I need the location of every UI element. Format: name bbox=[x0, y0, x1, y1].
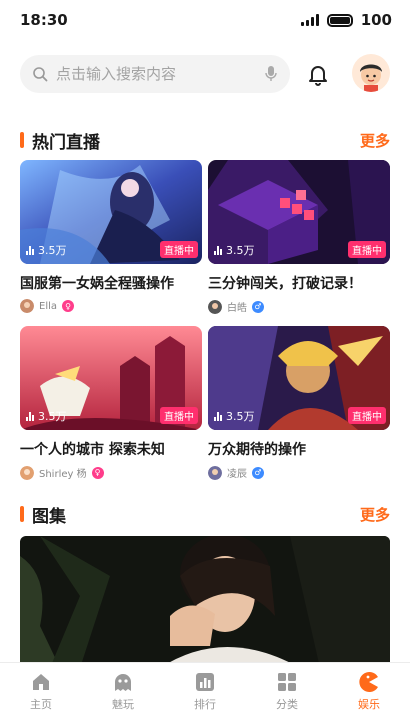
live-title[interactable]: 一个人的城市 探索未知 bbox=[20, 439, 202, 459]
tab-label: 分类 bbox=[276, 698, 298, 711]
streamer-name: Shirley 杨 bbox=[39, 469, 87, 480]
male-icon: ♂ bbox=[252, 300, 264, 313]
search-icon bbox=[33, 67, 48, 82]
live-thumbnail[interactable]: 3.5万 直播中 bbox=[20, 326, 202, 430]
status-indicators: 100 bbox=[300, 11, 392, 29]
streamer-name: Ella bbox=[39, 300, 58, 312]
pacman-icon bbox=[359, 672, 378, 692]
live-badge: 直播中 bbox=[160, 407, 198, 424]
live-card[interactable]: 3.5万 直播中 国服第一女娲全程骚操作 Ella ♀ bbox=[20, 160, 202, 313]
streamer-info: Shirley 杨 ♀ bbox=[20, 465, 202, 480]
live-badge: 直播中 bbox=[348, 241, 386, 258]
live-section-header: 热门直播 更多 bbox=[20, 128, 390, 153]
streamer-avatar bbox=[20, 465, 34, 480]
viewer-count: 3.5万 bbox=[214, 408, 255, 424]
album-section-title: 图集 bbox=[20, 502, 66, 527]
streamer-avatar bbox=[208, 299, 222, 314]
search-input[interactable] bbox=[56, 65, 264, 83]
search-box[interactable] bbox=[20, 55, 290, 93]
album-cover[interactable] bbox=[20, 536, 390, 668]
live-title[interactable]: 万众期待的操作 bbox=[208, 439, 390, 459]
status-time: 18:30 bbox=[20, 11, 68, 29]
viewer-count-text: 3.5万 bbox=[226, 244, 255, 257]
live-title[interactable]: 三分钟闯关，打破记录！ bbox=[208, 273, 390, 293]
album-photo bbox=[20, 536, 390, 668]
chart-icon bbox=[196, 673, 214, 691]
tab-entertainment[interactable]: 娱乐 bbox=[328, 663, 410, 720]
streamer-name: 凌辰 bbox=[227, 469, 247, 480]
live-badge: 直播中 bbox=[348, 407, 386, 424]
live-thumbnail[interactable]: 3.5万 直播中 bbox=[208, 160, 390, 264]
live-title[interactable]: 国服第一女娲全程骚操作 bbox=[20, 273, 202, 293]
viewers-icon bbox=[26, 411, 34, 421]
album-more-link[interactable]: 更多 bbox=[360, 504, 390, 525]
live-thumbnail[interactable]: 3.5万 直播中 bbox=[208, 326, 390, 430]
tab-ranking[interactable]: 排行 bbox=[164, 663, 246, 720]
viewer-count: 3.5万 bbox=[214, 242, 255, 258]
battery-icon bbox=[326, 13, 353, 27]
status-bar: 18:30 100 bbox=[0, 0, 410, 40]
viewer-count: 3.5万 bbox=[26, 242, 67, 258]
tab-label: 主页 bbox=[30, 698, 52, 711]
tab-label: 魅玩 bbox=[112, 698, 134, 711]
live-more-link[interactable]: 更多 bbox=[360, 130, 390, 151]
viewers-icon bbox=[214, 245, 222, 255]
tab-category[interactable]: 分类 bbox=[246, 663, 328, 720]
live-card[interactable]: 3.5万 直播中 万众期待的操作 凌辰 ♂ bbox=[208, 326, 390, 480]
album-section-header: 图集 更多 bbox=[20, 502, 390, 527]
viewer-count-text: 3.5万 bbox=[226, 410, 255, 423]
ghost-icon bbox=[115, 674, 131, 691]
tab-home[interactable]: 主页 bbox=[0, 663, 82, 720]
streamer-avatar bbox=[208, 465, 222, 480]
viewers-icon bbox=[214, 411, 222, 421]
tab-label: 排行 bbox=[194, 698, 216, 711]
female-icon: ♀ bbox=[62, 300, 75, 312]
viewer-count-text: 3.5万 bbox=[38, 410, 67, 423]
home-icon bbox=[33, 674, 49, 690]
bottom-tab-bar: 主页 魅玩 排行 分类 娱乐 bbox=[0, 662, 410, 720]
live-card[interactable]: 3.5万 直播中 一个人的城市 探索未知 Shirley 杨 ♀ bbox=[20, 326, 202, 480]
grid-icon bbox=[278, 673, 296, 691]
tab-label: 娱乐 bbox=[358, 698, 380, 711]
mic-icon[interactable] bbox=[264, 65, 278, 83]
live-section-title: 热门直播 bbox=[20, 128, 100, 153]
viewers-icon bbox=[26, 245, 34, 255]
streamer-info: 白皓 ♂ bbox=[208, 299, 390, 314]
male-icon: ♂ bbox=[252, 466, 264, 479]
viewer-count: 3.5万 bbox=[26, 408, 67, 424]
streamer-avatar bbox=[20, 299, 34, 313]
bell-icon[interactable] bbox=[306, 62, 330, 86]
live-badge: 直播中 bbox=[160, 241, 198, 258]
streamer-info: Ella ♀ bbox=[20, 299, 202, 313]
battery-level: 100 bbox=[360, 11, 392, 29]
female-icon: ♀ bbox=[91, 466, 104, 479]
streamer-info: 凌辰 ♂ bbox=[208, 465, 390, 480]
tab-play[interactable]: 魅玩 bbox=[82, 663, 164, 720]
live-thumbnail[interactable]: 3.5万 直播中 bbox=[20, 160, 202, 264]
streamer-name: 白皓 bbox=[227, 303, 247, 314]
viewer-count-text: 3.5万 bbox=[38, 244, 67, 257]
signal-icon bbox=[300, 14, 319, 26]
live-card[interactable]: 3.5万 直播中 三分钟闯关，打破记录！ 白皓 ♂ bbox=[208, 160, 390, 314]
search-row bbox=[20, 54, 390, 94]
user-avatar[interactable] bbox=[352, 54, 390, 92]
